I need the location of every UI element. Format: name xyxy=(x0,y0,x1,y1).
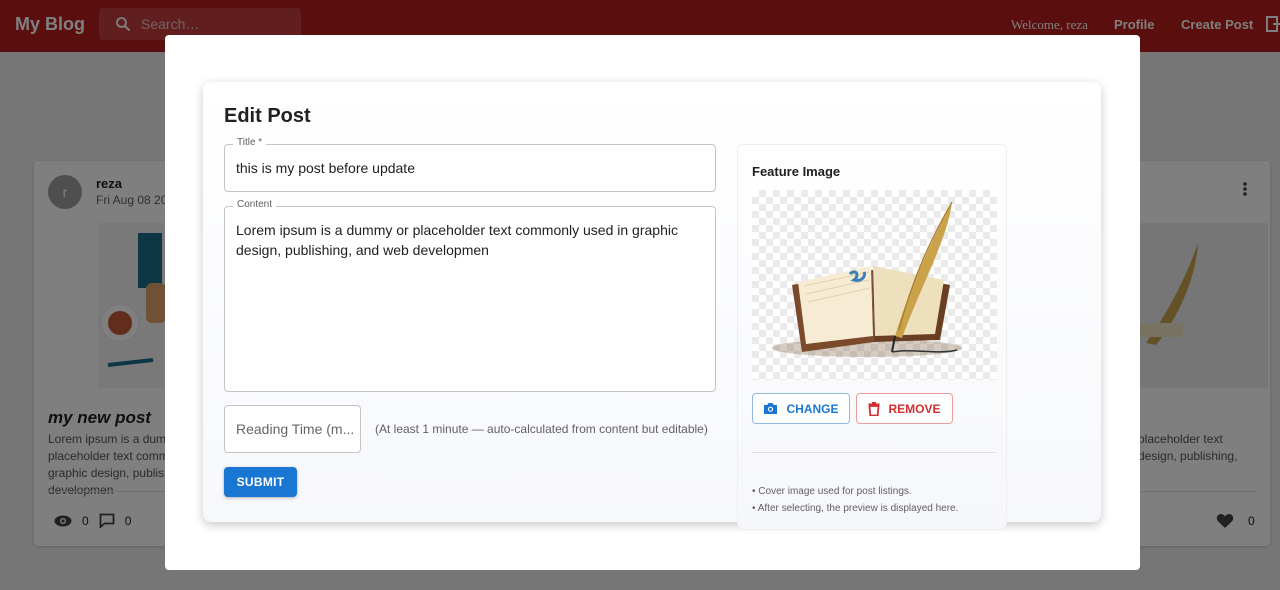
page-title: Edit Post xyxy=(224,105,311,127)
feature-note: • After selecting, the preview is displa… xyxy=(752,503,959,514)
feature-image-panel: Feature Image CHANGE REMOVE • Cover imag… xyxy=(737,144,1007,530)
remove-image-button[interactable]: REMOVE xyxy=(856,393,953,424)
title-label: Title * xyxy=(233,137,267,148)
title-field[interactable]: Title * this is my post before update xyxy=(224,137,716,192)
feature-image-heading: Feature Image xyxy=(752,164,841,179)
camera-icon xyxy=(764,403,778,414)
reading-time-input[interactable]: Reading Time (m... xyxy=(236,419,356,439)
reading-time-field[interactable]: Reading Time (m... xyxy=(224,405,361,453)
remove-label: REMOVE xyxy=(888,401,941,416)
feature-note: • Cover image used for post listings. xyxy=(752,486,912,497)
edit-post-dialog: Edit Post Title * this is my post before… xyxy=(165,35,1140,570)
trash-icon xyxy=(868,401,880,416)
content-textarea[interactable]: Lorem ipsum is a dummy or placeholder te… xyxy=(236,220,706,260)
content-label: Content xyxy=(233,199,277,210)
edit-post-card: Edit Post Title * this is my post before… xyxy=(203,82,1101,530)
title-input[interactable]: this is my post before update xyxy=(236,158,415,178)
change-image-button[interactable]: CHANGE xyxy=(752,393,850,424)
divider xyxy=(752,452,995,453)
change-label: CHANGE xyxy=(786,401,839,416)
content-field[interactable]: Content Lorem ipsum is a dummy or placeh… xyxy=(224,199,716,392)
reading-time-helper: (At least 1 minute — auto-calculated fro… xyxy=(375,422,708,436)
feature-image-preview xyxy=(752,190,997,380)
submit-button[interactable]: SUBMIT xyxy=(224,467,297,497)
